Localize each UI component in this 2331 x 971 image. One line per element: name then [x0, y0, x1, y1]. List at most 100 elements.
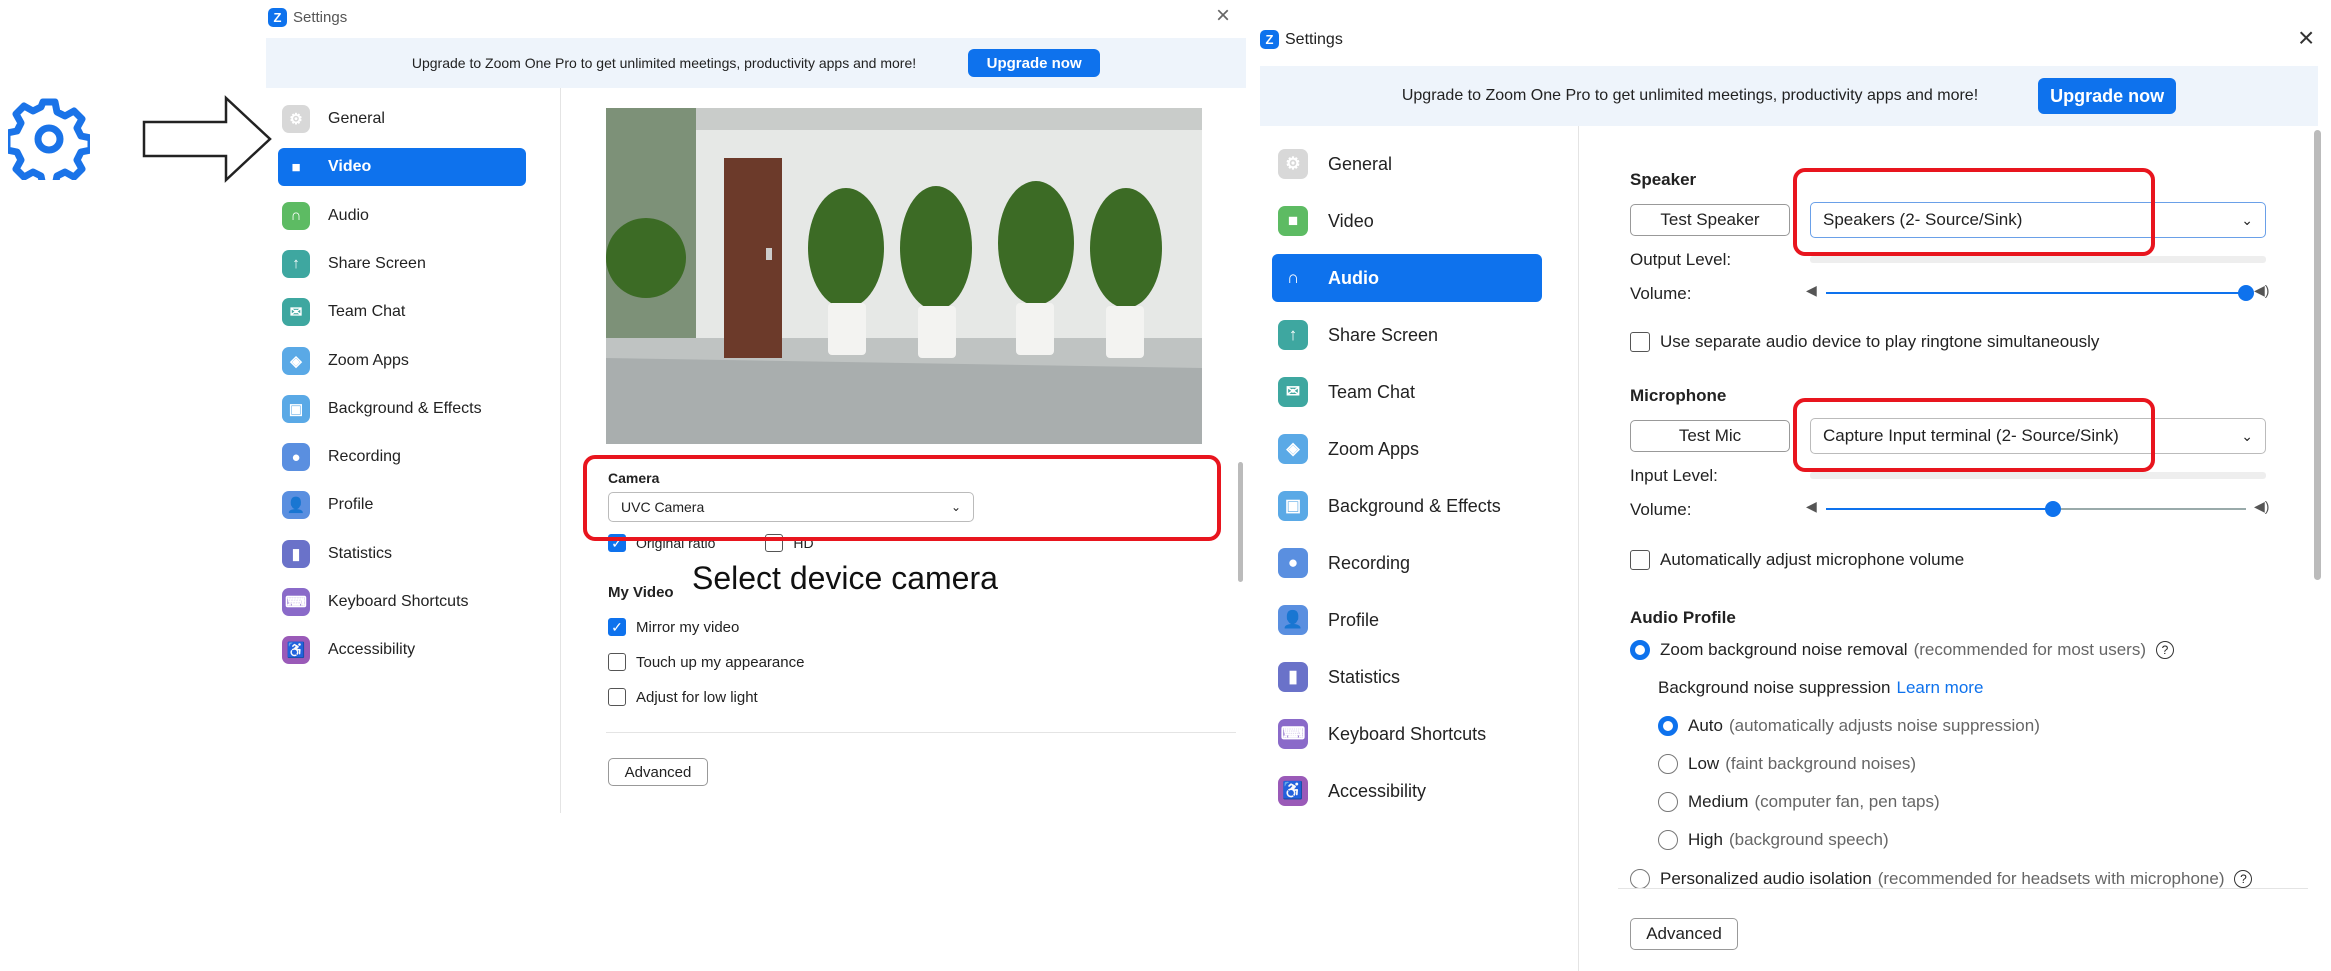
sidebar-item-general[interactable]: ⚙ General	[1272, 140, 1542, 188]
profile-icon: 👤	[1278, 605, 1308, 635]
sidebar-item-team-chat[interactable]: ✉ Team Chat	[278, 293, 526, 331]
radio-icon	[1658, 792, 1678, 812]
low-radio[interactable]: Low (faint background noises)	[1658, 754, 1916, 774]
help-icon[interactable]: ?	[2234, 870, 2253, 888]
mic-volume-slider[interactable]	[1826, 501, 2246, 517]
sidebar-item-recording[interactable]: ● Recording	[1272, 539, 1542, 587]
sidebar-item-accessibility[interactable]: ♿ Accessibility	[1272, 767, 1542, 815]
sidebar-item-label: Video	[1328, 210, 1374, 231]
sidebar-item-profile[interactable]: 👤 Profile	[1272, 596, 1542, 644]
personalized-hint: (recommended for headsets with microphon…	[1877, 869, 2225, 888]
banner-text: Upgrade to Zoom One Pro to get unlimited…	[411, 55, 917, 71]
sidebar-item-profile[interactable]: 👤 Profile	[278, 486, 526, 524]
sidebar-item-label: General	[1328, 153, 1393, 174]
close-icon[interactable]: ×	[1216, 2, 1230, 30]
sidebar-item-label: Zoom Apps	[328, 351, 409, 369]
zoom-noise-hint: (recommended for most users)	[1913, 640, 2146, 659]
learn-more-link[interactable]: Learn more	[1896, 678, 1983, 698]
sidebar-item-audio[interactable]: ∩ Audio	[1272, 254, 1542, 302]
close-icon[interactable]: ×	[2298, 22, 2314, 54]
sidebar-item-label: Statistics	[328, 544, 393, 562]
zoom-logo-icon: Z	[1260, 30, 1279, 49]
sidebar-item-keyboard-shortcuts[interactable]: ⌨ Keyboard Shortcuts	[1272, 710, 1542, 758]
sidebar-item-team-chat[interactable]: ✉ Team Chat	[1272, 368, 1542, 416]
mirror-checkbox[interactable]: ✓ Mirror my video	[608, 618, 739, 636]
sidebar-item-label: Profile	[1328, 609, 1380, 630]
scrollbar[interactable]	[2314, 130, 2321, 580]
touch-up-checkbox[interactable]: Touch up my appearance	[608, 653, 804, 671]
high-label: High	[1688, 830, 1723, 849]
chevron-down-icon: ⌄	[2241, 427, 2253, 444]
auto-radio[interactable]: Auto (automatically adjusts noise suppre…	[1658, 716, 2040, 736]
sidebar-item-audio[interactable]: ∩ Audio	[278, 197, 526, 235]
sidebar-item-statistics[interactable]: ▮ Statistics	[1272, 653, 1542, 701]
sidebar: ⚙ General ■ Video ∩ Audio ↑ Share Screen ✉ Team C…	[1258, 140, 1568, 820]
keyboard-icon: ⌨	[282, 588, 310, 616]
upgrade-now-button[interactable]: Upgrade now	[968, 49, 1101, 77]
personalized-radio[interactable]: Personalized audio isolation (recommende…	[1630, 868, 2253, 890]
advanced-button[interactable]: Advanced	[1630, 918, 1738, 950]
sidebar-item-video[interactable]: ■ Video	[278, 148, 526, 187]
window-title: Settings	[293, 9, 348, 26]
left-settings-window: Z Settings × Upgrade to Zoom One Pro to …	[266, 0, 1246, 820]
banner-text: Upgrade to Zoom One Pro to get unlimited…	[1401, 87, 1979, 104]
high-radio[interactable]: High (background speech)	[1658, 830, 1889, 850]
low-hint: (faint background noises)	[1725, 754, 1917, 773]
audio-profile-heading: Audio Profile	[1630, 608, 1736, 627]
checkbox-icon	[608, 653, 626, 671]
advanced-button[interactable]: Advanced	[608, 758, 708, 786]
sidebar-item-label: Statistics	[1328, 666, 1401, 687]
sidebar-item-share-screen[interactable]: ↑ Share Screen	[278, 245, 526, 283]
sidebar-item-statistics[interactable]: ▮ Statistics	[278, 535, 526, 573]
speaker-volume-label: Volume:	[1630, 284, 1692, 303]
share-screen-icon: ↑	[1278, 320, 1308, 350]
background-icon: ▣	[1278, 491, 1308, 521]
upgrade-now-button[interactable]: Upgrade now	[2038, 78, 2177, 114]
slider-knob[interactable]	[2045, 501, 2061, 517]
sidebar-item-label: Recording	[328, 448, 401, 466]
sidebar-item-recording[interactable]: ● Recording	[278, 438, 526, 476]
slider-knob[interactable]	[2238, 285, 2254, 301]
output-level-label: Output Level:	[1630, 250, 1732, 269]
sidebar-item-accessibility[interactable]: ♿ Accessibility	[278, 631, 526, 669]
low-light-checkbox[interactable]: Adjust for low light	[608, 688, 758, 706]
camera-highlight-box	[583, 455, 1221, 541]
medium-radio[interactable]: Medium (computer fan, pen taps)	[1658, 792, 1940, 812]
sidebar-item-background-effects[interactable]: ▣ Background & Effects	[1272, 482, 1542, 530]
zoom-noise-label: Zoom background noise removal	[1660, 640, 1908, 659]
sidebar-item-zoom-apps[interactable]: ◈ Zoom Apps	[1272, 425, 1542, 473]
sidebar-item-label: Keyboard Shortcuts	[1328, 723, 1487, 744]
help-icon[interactable]: ?	[2155, 641, 2174, 659]
window-title-bar: Z Settings	[268, 8, 347, 27]
sidebar-item-label: Audio	[328, 206, 369, 224]
zoom-noise-radio[interactable]: Zoom background noise removal (recommend…	[1630, 640, 2174, 660]
sidebar-item-background-effects[interactable]: ▣ Background & Effects	[278, 390, 526, 428]
checkbox-icon	[1630, 332, 1650, 352]
input-level-meter	[1810, 472, 2266, 479]
separate-device-checkbox[interactable]: Use separate audio device to play ringto…	[1630, 332, 2099, 352]
window-title-bar: Z Settings	[1260, 30, 1343, 49]
test-speaker-button[interactable]: Test Speaker	[1630, 204, 1790, 236]
microphone-heading: Microphone	[1630, 386, 1727, 405]
test-mic-button[interactable]: Test Mic	[1630, 420, 1790, 452]
speaker-volume-slider[interactable]	[1826, 285, 2254, 301]
sidebar-item-label: Zoom Apps	[1328, 438, 1420, 459]
sidebar-item-label: Recording	[1328, 552, 1411, 573]
microphone-highlight-box	[1793, 398, 2155, 472]
sidebar-item-video[interactable]: ■ Video	[1272, 197, 1542, 245]
sidebar-item-keyboard-shortcuts[interactable]: ⌨ Keyboard Shortcuts	[278, 583, 526, 621]
headphones-icon: ∩	[1286, 268, 1300, 287]
my-video-heading: My Video	[608, 584, 674, 601]
volume-low-icon: ◀	[1806, 498, 1817, 514]
sidebar-item-label: Audio	[1328, 267, 1379, 288]
gear-icon: ⚙	[282, 105, 310, 133]
share-screen-icon: ↑	[282, 249, 310, 278]
sidebar-item-general[interactable]: ⚙ General	[278, 100, 526, 138]
sidebar-item-share-screen[interactable]: ↑ Share Screen	[1272, 311, 1542, 359]
auto-adjust-checkbox[interactable]: Automatically adjust microphone volume	[1630, 550, 1964, 570]
sidebar-item-zoom-apps[interactable]: ◈ Zoom Apps	[278, 342, 526, 380]
medium-hint: (computer fan, pen taps)	[1754, 792, 1940, 811]
sidebar-item-label: Accessibility	[328, 641, 416, 659]
annotation-text: Select device camera	[688, 560, 1002, 597]
scrollbar[interactable]	[1238, 462, 1243, 582]
